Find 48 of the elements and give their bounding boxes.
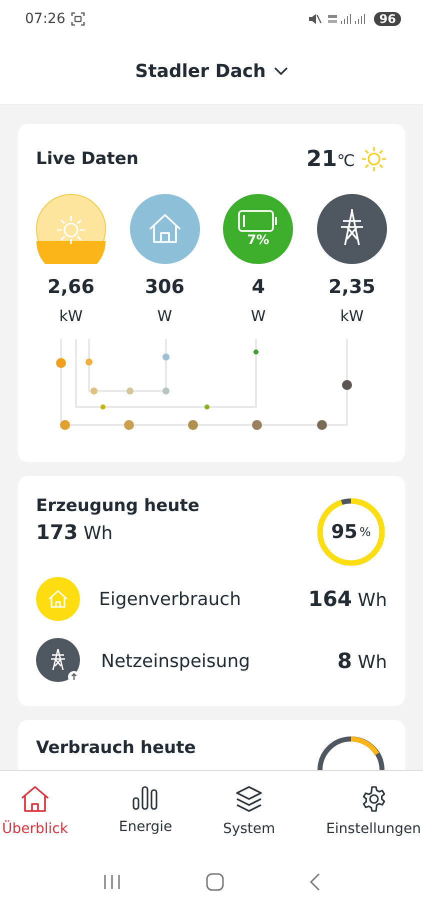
temperature-value: 21 (306, 146, 338, 172)
energy-unit: Wh (83, 523, 113, 544)
house-icon (36, 577, 80, 621)
screenshot-icon (71, 12, 86, 26)
power-value: 2,66 (48, 276, 94, 298)
home-icon[interactable] (206, 873, 224, 891)
card-title: Live Daten (36, 149, 140, 169)
battery-icon (238, 210, 278, 232)
back-icon[interactable] (308, 873, 320, 891)
battery-indicator: 96 (374, 12, 401, 26)
nav-tab[interactable]: Energie (118, 771, 172, 851)
power-unit: kW (340, 307, 364, 325)
power-value: 306 (144, 276, 184, 298)
energy-unit: Wh (358, 652, 387, 673)
temperature-unit: ℃ (337, 150, 355, 170)
ratio-unit: % (360, 525, 371, 539)
power-pylon-icon (316, 194, 387, 264)
card-title: Erzeugung heute (36, 496, 200, 516)
energy-label: Eigenverbrauch (99, 588, 242, 610)
energy-value: 8 (337, 649, 352, 673)
bar-chart-icon (132, 785, 158, 811)
sun-icon (361, 146, 387, 172)
power-pylon-icon (36, 638, 82, 684)
energy-value: 173 (36, 520, 78, 544)
ratio-ring (315, 496, 387, 568)
nav-tab[interactable]: System (222, 771, 276, 851)
site-selector[interactable]: Stadler Dach (135, 60, 288, 82)
house-icon (130, 194, 200, 264)
battery-status: 7% (223, 194, 294, 264)
nav-tab[interactable]: Einstellungen (326, 771, 421, 851)
status-time: 07:26 (25, 11, 66, 27)
power-unit: kW (59, 307, 83, 325)
chevron-down-icon (274, 66, 288, 76)
nav-tab[interactable]: Überblick (2, 771, 68, 851)
ratio-value: 95 (331, 521, 358, 543)
solar-icon (36, 194, 106, 264)
mute-icon (308, 13, 322, 25)
energy-unit: Wh (358, 590, 387, 611)
power-value: 2,35 (328, 276, 376, 298)
home-icon (20, 785, 50, 813)
energy-label: Netzeinspeisung (101, 650, 252, 672)
power-unit: W (157, 307, 172, 325)
layers-icon (235, 785, 264, 813)
power-value: 4 (252, 276, 265, 298)
power-unit: W (250, 307, 266, 325)
card-title: Verbrauch heute (36, 738, 196, 760)
energy-value: 164 (308, 587, 352, 611)
recent-apps-icon[interactable] (102, 874, 120, 890)
